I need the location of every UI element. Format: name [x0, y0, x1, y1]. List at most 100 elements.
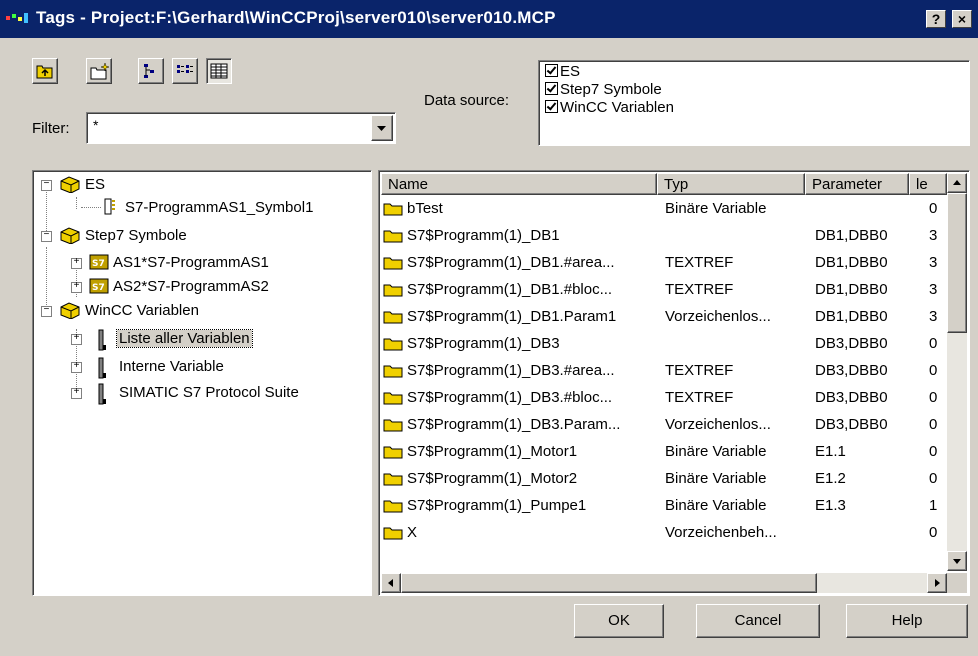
tree-view-icon — [144, 64, 154, 78]
cell-le: 0 — [929, 389, 938, 406]
cell-name: S7$Programm(1)_Motor1 — [407, 443, 578, 460]
folder-icon — [383, 203, 403, 216]
cell-parameter: DB1,DBB0 — [815, 308, 888, 325]
cell-parameter: E1.2 — [815, 470, 846, 487]
filter-value: * — [93, 117, 99, 133]
column-header-typ[interactable]: Typ — [657, 173, 805, 195]
tag-list[interactable]: Name Typ Parameter le bTest Binäre Variab… — [378, 170, 970, 596]
tags-app-icon — [6, 13, 28, 23]
table-row[interactable]: bTest Binäre Variable 0 — [381, 197, 941, 224]
help-button[interactable]: Help — [846, 604, 968, 638]
new-folder-icon — [90, 62, 110, 80]
window-title: Tags - Project:F:\Gerhard\WinCCProj\serv… — [36, 8, 556, 27]
tag-tree[interactable]: − ES S7-ProgrammAS1_Symbol1 − Step7 Symb… — [32, 170, 372, 596]
cell-typ: Vorzeichenlos... — [665, 308, 771, 325]
expand-icon[interactable]: + — [71, 388, 82, 399]
folder-icon — [383, 419, 403, 432]
cell-parameter: DB3,DBB0 — [815, 416, 888, 433]
horizontal-scrollbar[interactable] — [381, 573, 947, 593]
scroll-left-button[interactable] — [381, 573, 401, 593]
table-row[interactable]: S7$Programm(1)_DB3.#area... TEXTREF DB3,DB… — [381, 359, 941, 386]
help-title-button[interactable]: ? — [926, 10, 946, 28]
checkbox-checked-icon[interactable] — [545, 82, 558, 95]
collapse-icon[interactable]: − — [41, 180, 52, 191]
arrow-up-icon — [953, 180, 961, 185]
table-row[interactable]: S7$Programm(1)_Motor1 Binäre Variable E1.1… — [381, 440, 941, 467]
table-row[interactable]: S7$Programm(1)_DB1.#area... TEXTREF DB1,DB… — [381, 251, 941, 278]
table-row[interactable]: X Vorzeichenbeh... 0 — [381, 521, 941, 548]
checkbox-checked-icon[interactable] — [545, 64, 558, 77]
filter-dropdown-button[interactable] — [371, 115, 393, 141]
close-button[interactable]: × — [952, 10, 972, 28]
symbol-table-icon — [104, 198, 115, 215]
scroll-up-button[interactable] — [947, 173, 967, 193]
s7-program-icon: S7 — [89, 254, 109, 270]
table-row[interactable]: S7$Programm(1)_Pumpe1 Binäre Variable E1.3… — [381, 494, 941, 521]
cell-parameter: DB1,DBB0 — [815, 227, 888, 244]
filter-combobox[interactable]: * — [86, 112, 396, 144]
list-view-icon — [177, 65, 193, 73]
arrow-left-icon — [388, 579, 393, 587]
datasource-item-wincc[interactable]: WinCC Variablen — [545, 99, 674, 117]
scroll-corner — [947, 573, 967, 593]
folder-icon — [383, 338, 403, 351]
vertical-scroll-thumb[interactable] — [947, 193, 967, 333]
cell-typ: Binäre Variable — [665, 443, 767, 460]
table-row[interactable]: S7$Programm(1)_Motor2 Binäre Variable E1.2… — [381, 467, 941, 494]
up-folder-button[interactable] — [32, 58, 58, 84]
cell-le: 0 — [929, 335, 938, 352]
table-row[interactable]: S7$Programm(1)_DB1.Param1 Vorzeichenlos..… — [381, 305, 941, 332]
datasource-list: ES Step7 Symbole WinCC Variablen — [538, 60, 970, 146]
cell-name: bTest — [407, 200, 443, 217]
horizontal-scroll-thumb[interactable] — [401, 573, 817, 593]
details-view-button[interactable] — [206, 58, 232, 84]
folder-icon — [383, 500, 403, 513]
tag-group-icon — [98, 357, 106, 379]
svg-text:S7: S7 — [92, 259, 105, 269]
expand-icon[interactable]: + — [71, 282, 82, 293]
cell-name: S7$Programm(1)_DB3.#area... — [407, 362, 615, 379]
expand-icon[interactable]: + — [71, 362, 82, 373]
chevron-down-icon — [377, 126, 386, 131]
expand-icon[interactable]: + — [71, 258, 82, 269]
scroll-down-button[interactable] — [947, 551, 967, 571]
table-row[interactable]: S7$Programm(1)_DB3.#bloc... TEXTREF DB3,DB… — [381, 386, 941, 413]
collapse-icon[interactable]: − — [41, 231, 52, 242]
cell-name: S7$Programm(1)_DB3 — [407, 335, 560, 352]
tree-view-button[interactable] — [138, 58, 164, 84]
cell-le: 0 — [929, 470, 938, 487]
cell-name: S7$Programm(1)_Motor2 — [407, 470, 578, 487]
ok-button[interactable]: OK — [574, 604, 664, 638]
folder-icon — [383, 473, 403, 486]
scroll-right-button[interactable] — [927, 573, 947, 593]
column-header-parameter[interactable]: Parameter — [805, 173, 909, 195]
vertical-scrollbar[interactable] — [947, 173, 967, 571]
collapse-icon[interactable]: − — [41, 306, 52, 317]
folder-icon — [383, 527, 403, 540]
cell-name: S7$Programm(1)_DB3.Param... — [407, 416, 621, 433]
details-view-icon — [210, 63, 228, 79]
table-row[interactable]: S7$Programm(1)_DB3.Param... Vorzeichenlos… — [381, 413, 941, 440]
cell-name: X — [407, 524, 418, 541]
folder-icon — [383, 365, 403, 378]
table-row[interactable]: S7$Programm(1)_DB1.#bloc... TEXTREF DB1,DB… — [381, 278, 941, 305]
cancel-button[interactable]: Cancel — [696, 604, 820, 638]
checkbox-checked-icon[interactable] — [545, 100, 558, 113]
folder-icon — [383, 392, 403, 405]
list-view-button[interactable] — [172, 58, 198, 84]
datasource-item-step7[interactable]: Step7 Symbole — [545, 81, 662, 99]
column-header-name[interactable]: Name — [381, 173, 657, 195]
new-folder-button[interactable] — [86, 58, 112, 84]
tag-group-icon — [98, 383, 106, 405]
column-header-le[interactable]: le — [909, 173, 947, 195]
table-row[interactable]: S7$Programm(1)_DB3 DB3,DBB0 0 — [381, 332, 941, 359]
cell-name: S7$Programm(1)_Pumpe1 — [407, 497, 587, 514]
datasource-item-es[interactable]: ES — [545, 63, 580, 81]
arrow-down-icon — [953, 559, 961, 564]
folder-icon — [383, 257, 403, 270]
database-icon — [60, 176, 80, 193]
cell-name: S7$Programm(1)_DB3.#bloc... — [407, 389, 613, 406]
cell-parameter: DB3,DBB0 — [815, 389, 888, 406]
table-row[interactable]: S7$Programm(1)_DB1 DB1,DBB0 3 — [381, 224, 941, 251]
expand-icon[interactable]: + — [71, 334, 82, 345]
